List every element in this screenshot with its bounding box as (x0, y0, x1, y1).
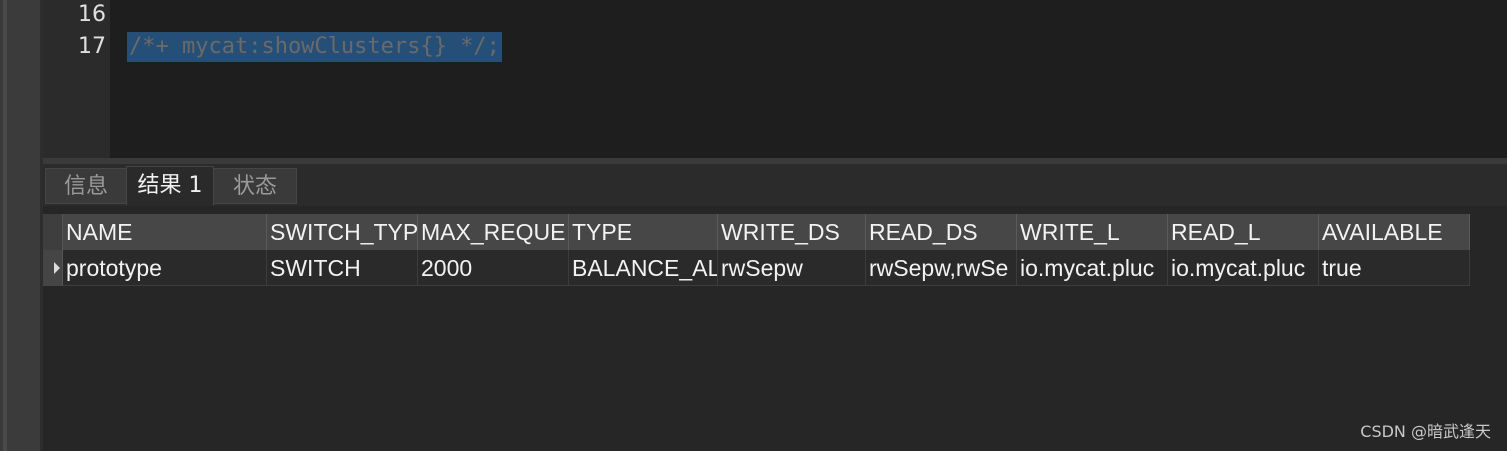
table-cell[interactable]: true (1319, 250, 1470, 286)
column-header[interactable]: WRITE_L (1017, 214, 1168, 250)
column-header[interactable]: AVAILABLE (1319, 214, 1470, 250)
column-header[interactable]: SWITCH_TYP (267, 214, 418, 250)
table-cell[interactable]: BALANCE_AL (569, 250, 718, 286)
column-header[interactable]: WRITE_DS (718, 214, 866, 250)
column-header[interactable]: NAME (63, 214, 267, 250)
table-cell[interactable]: 2000 (418, 250, 569, 286)
selected-code-line[interactable]: /*+ mycat:showClusters{} */; (127, 32, 502, 62)
watermark: CSDN @暗武逢天 (1360, 422, 1491, 441)
tab-status[interactable]: 状态 (213, 168, 297, 204)
table-cell[interactable]: io.mycat.pluc (1017, 250, 1168, 286)
app-window: 16 17 /*+ mycat:showClusters{} */; 信息 结果… (0, 0, 1507, 451)
column-header[interactable]: MAX_REQUE (418, 214, 569, 250)
result-grid-area: NAME SWITCH_TYP MAX_REQUE TYPE WRITE_DS … (43, 206, 1507, 451)
row-indicator (43, 250, 63, 286)
table-cell[interactable]: io.mycat.pluc (1168, 250, 1319, 286)
result-tabs: 信息 结果 1 状态 (43, 164, 1507, 206)
line-number: 17 (78, 34, 106, 59)
current-row-arrow-icon (54, 262, 60, 274)
left-panel (7, 0, 40, 451)
column-header[interactable]: READ_L (1168, 214, 1319, 250)
sql-editor[interactable]: 16 17 /*+ mycat:showClusters{} */; (43, 0, 1507, 158)
line-number-gutter: 16 17 (43, 0, 110, 158)
column-header[interactable]: TYPE (569, 214, 718, 250)
table-cell[interactable]: prototype (63, 250, 267, 286)
tab-info[interactable]: 信息 (45, 168, 127, 204)
table-cell[interactable]: rwSepw,rwSe (866, 250, 1017, 286)
table-cell[interactable]: SWITCH (267, 250, 418, 286)
line-number: 16 (78, 2, 106, 27)
row-indicator-header (43, 214, 63, 250)
tab-result-1[interactable]: 结果 1 (126, 166, 214, 206)
column-header[interactable]: READ_DS (866, 214, 1017, 250)
table-cell[interactable]: rwSepw (718, 250, 866, 286)
